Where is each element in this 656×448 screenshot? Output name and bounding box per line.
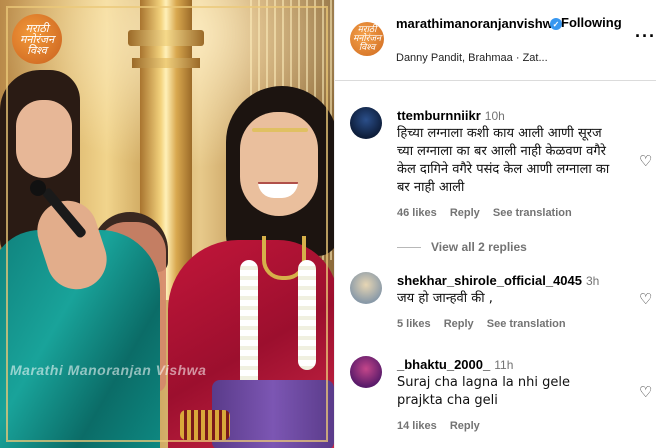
comment-avatar[interactable]	[350, 272, 382, 304]
comment-body: _bhaktu_2000_ 11h Suraj cha lagna la nhi …	[397, 356, 619, 432]
comment-meta: 5 likes Reply See translation	[397, 318, 619, 330]
heart-icon[interactable]: ♡	[639, 154, 653, 169]
comment-time: 10h	[484, 109, 505, 123]
comment-meta: 14 likes Reply	[397, 420, 619, 432]
comment-likes[interactable]: 14 likes	[397, 420, 437, 432]
audio-attribution[interactable]: Danny Pandit, Brahmaa · Zat...	[396, 52, 636, 64]
video-watermark: Marathi Manoranjan Vishwa	[10, 362, 207, 378]
comment-username[interactable]: shekhar_shirole_official_4045	[397, 273, 582, 288]
channel-logo-text: मराठी मनोरंजन विश्व	[19, 21, 55, 57]
comment-username[interactable]: ttemburnniikr	[397, 108, 481, 123]
singer-face	[16, 100, 72, 178]
reply-button[interactable]: Reply	[450, 207, 480, 219]
post-username[interactable]: marathimanoranjanvishwa	[396, 15, 566, 33]
comment-likes[interactable]: 46 likes	[397, 207, 437, 219]
avatar[interactable]: मराठी मनोरंजन विश्व	[350, 22, 384, 56]
see-translation-button[interactable]: See translation	[487, 318, 566, 330]
see-translation-button[interactable]: See translation	[493, 207, 572, 219]
view-replies-label: View all 2 replies	[431, 240, 527, 254]
bride-tikka	[252, 128, 308, 132]
comment-body: ttemburnniikr 10h हिच्या लग्नाला कशी काय …	[397, 107, 619, 219]
view-replies-button[interactable]: View all 2 replies	[397, 240, 527, 254]
following-button[interactable]: Following	[561, 15, 622, 30]
gift-package	[212, 380, 334, 448]
comment-avatar[interactable]	[350, 356, 382, 388]
channel-logo: मराठी मनोरंजन विश्व	[12, 14, 62, 64]
video-player[interactable]: मराठी मनोरंजन विश्व Marathi Manoranjan V…	[0, 0, 334, 448]
comment-text: जय हो जान्हवी की ,	[397, 291, 493, 306]
replies-divider	[397, 246, 421, 248]
reply-button[interactable]: Reply	[450, 420, 480, 432]
garland-right	[298, 260, 316, 370]
comment-username[interactable]: _bhaktu_2000_	[397, 357, 490, 372]
comment-avatar[interactable]	[350, 107, 382, 139]
comment-text: Suraj cha lagna la nhi gele prajkta cha …	[397, 375, 570, 408]
comment-time: 3h	[586, 274, 600, 288]
bangles	[180, 410, 230, 440]
heart-icon[interactable]: ♡	[639, 292, 653, 307]
avatar-logo-text: मराठी मनोरंजन विश्व	[352, 24, 382, 53]
comment-time: 11h	[494, 358, 514, 372]
heart-icon[interactable]: ♡	[639, 385, 653, 400]
comment-likes[interactable]: 5 likes	[397, 318, 431, 330]
comment-text: हिच्या लग्नाला कशी काय आली आणी सूरज च्या…	[397, 126, 610, 195]
microphone-icon	[30, 180, 46, 196]
pillar-capital	[128, 30, 204, 46]
reply-button[interactable]: Reply	[444, 318, 474, 330]
comment-body: shekhar_shirole_official_4045 3h जय हो जा…	[397, 272, 619, 330]
pillar-capital-lower	[132, 58, 200, 68]
post-side-panel: मराठी मनोरंजन विश्व marathimanoranjanvis…	[334, 0, 656, 448]
post-header: मराठी मनोरंजन विश्व marathimanoranjanvis…	[335, 0, 656, 81]
comment-meta: 46 likes Reply See translation	[397, 207, 619, 219]
more-options-icon[interactable]: ···	[635, 26, 656, 47]
